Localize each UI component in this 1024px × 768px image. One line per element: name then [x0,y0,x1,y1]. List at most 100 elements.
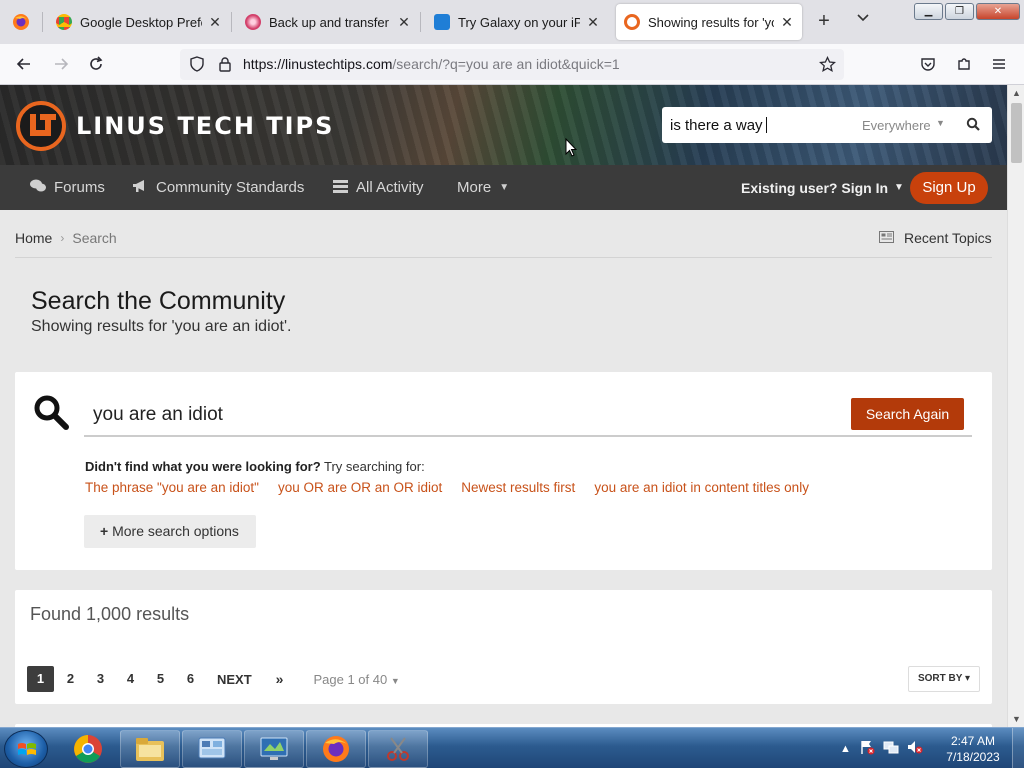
lock-icon[interactable] [214,53,236,75]
search-card: you are an idiot Search Again Didn't fin… [15,372,992,570]
volume-muted-icon[interactable] [907,739,923,758]
url-path: /search/?q=you are an idiot&quick=1 [392,56,620,72]
tab-showing-results[interactable]: Showing results for 'you ✕ [616,4,802,40]
caret-down-icon[interactable]: ▼ [936,118,945,128]
back-button[interactable] [13,53,35,75]
scrollbar-thumb[interactable] [1011,103,1022,163]
close-tab-icon[interactable]: ✕ [397,14,411,31]
more-options-label: More search options [112,523,239,539]
page-1-button[interactable]: 1 [27,666,54,692]
restore-button[interactable]: ❐ [945,3,974,20]
page-6-button[interactable]: 6 [177,666,204,692]
control-panel-icon [198,737,226,759]
next-page-button[interactable]: NEXT [217,672,252,687]
url-text[interactable]: https://linustechtips.com/search/?q=you … [243,56,620,72]
minimize-button[interactable]: ▁ [914,3,943,20]
breadcrumb-home[interactable]: Home [15,230,52,246]
list-icon [333,179,348,196]
close-window-button[interactable]: ✕ [976,3,1020,20]
scroll-down-arrow-icon[interactable]: ▼ [1008,711,1024,727]
tab-try-galaxy[interactable]: Try Galaxy on your iPhon ✕ [426,4,608,40]
suggestion-link-phrase[interactable]: The phrase "you are an idiot" [85,480,259,495]
site-logo[interactable]: LINUS TECH TIPS [16,101,334,151]
taskbar-chrome[interactable] [58,730,118,768]
bullhorn-icon [132,179,148,196]
url-host: https://linustechtips.com [243,56,393,72]
extensions-icon[interactable] [953,53,975,75]
tab-back-up[interactable]: Back up and transfer you ✕ [237,4,419,40]
close-tab-icon[interactable]: ✕ [780,14,794,31]
suggestion-link-or[interactable]: you OR are OR an OR idiot [278,480,442,495]
windows-taskbar: ▲ 2:47 AM 7/18/2023 [0,727,1024,768]
show-desktop-button[interactable] [1012,728,1024,768]
page-viewport: LINUS TECH TIPS is there a way Everywher… [0,85,1007,727]
system-tray: ▲ [840,728,923,768]
search-icon[interactable] [966,117,982,133]
search-query-input[interactable]: you are an idiot [84,392,972,437]
action-center-icon[interactable] [859,739,875,758]
list-all-tabs-button[interactable] [852,10,874,32]
pocket-icon[interactable] [917,53,939,75]
nav-community-standards[interactable]: Community Standards [132,165,304,210]
app-menu-icon[interactable] [988,53,1010,75]
taskbar-remote-desktop[interactable] [244,730,304,768]
nav-label: Forums [54,179,105,196]
header-search-input[interactable]: is there a way [670,117,767,134]
more-search-options-button[interactable]: + More search options [84,515,256,548]
search-again-button[interactable]: Search Again [851,398,964,430]
ltt-favicon-icon [624,14,640,30]
taskbar-clock[interactable]: 2:47 AM 7/18/2023 [940,733,1006,765]
show-hidden-icons-icon[interactable]: ▲ [840,743,851,755]
reload-button[interactable] [85,53,107,75]
close-tab-icon[interactable]: ✕ [586,14,600,31]
close-tab-icon[interactable]: ✕ [208,14,222,31]
search-query-value: you are an idiot [93,404,223,425]
last-page-button[interactable]: » [276,671,284,687]
page-subtitle: Showing results for 'you are an idiot'. [31,318,292,335]
search-scope-dropdown[interactable]: Everywhere [862,118,931,133]
monitor-icon [260,737,288,760]
sign-up-button[interactable]: Sign Up [910,172,988,204]
breadcrumb-current: Search [72,230,117,246]
samsung-favicon-icon [434,14,450,30]
tab-google-desktop[interactable]: Google Desktop Preferen ✕ [48,4,230,40]
page-jump-dropdown[interactable]: Page 1 of 40 ▼ [313,672,399,687]
taskbar-firefox[interactable] [306,730,366,768]
nav-forums[interactable]: Forums [30,165,105,210]
nav-all-activity[interactable]: All Activity [333,165,424,210]
comments-icon [30,179,46,196]
nav-more[interactable]: More ▼ [457,165,509,210]
taskbar-snipping-tool[interactable] [368,730,428,768]
browser-tab-strip: Google Desktop Preferen ✕ Back up and tr… [0,0,1024,44]
page-scrollbar[interactable]: ▲ ▼ [1007,85,1024,727]
new-tab-button[interactable]: + [813,10,835,32]
tracking-protection-shield-icon[interactable] [186,53,208,75]
suggestion-link-titles[interactable]: you are an idiot in content titles only [594,480,809,495]
page-2-button[interactable]: 2 [57,666,84,692]
page-5-button[interactable]: 5 [147,666,174,692]
suggestion-link-newest[interactable]: Newest results first [461,480,575,495]
taskbar-control-panel[interactable] [182,730,242,768]
network-icon[interactable] [883,739,899,758]
tab-title: Showing results for 'you [648,14,774,30]
results-count: Found 1,000 results [30,604,190,624]
url-bar[interactable]: https://linustechtips.com/search/?q=you … [180,49,844,80]
forward-button[interactable] [50,53,72,75]
chevron-right-icon: › [60,231,65,245]
sign-in-link[interactable]: Existing user? Sign In ▼ [741,165,904,210]
bookmark-star-icon[interactable] [816,53,838,75]
start-button[interactable] [4,730,48,768]
newspaper-icon [879,230,894,246]
sort-by-button[interactable]: SORT BY ▾ [908,666,980,692]
taskbar-explorer[interactable] [120,730,180,768]
recent-topics-link[interactable]: Recent Topics [879,230,992,246]
suggestion-lead: Didn't find what you were looking for? T… [85,459,425,474]
page-3-button[interactable]: 3 [87,666,114,692]
scroll-up-arrow-icon[interactable]: ▲ [1008,85,1024,101]
page-4-button[interactable]: 4 [117,666,144,692]
sign-in-label: Existing user? Sign In [741,179,889,196]
divider [15,257,992,258]
firefox-menu-icon[interactable] [0,0,42,44]
header-search[interactable]: is there a way Everywhere ▼ [662,107,992,143]
folder-icon [136,738,164,761]
